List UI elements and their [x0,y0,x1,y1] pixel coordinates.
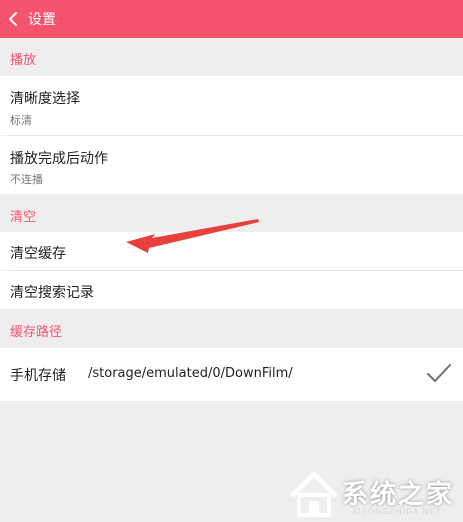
clear-search-label: 清空搜索记录 [10,285,94,301]
clarity-setting-row[interactable]: 清晰度选择 标清 [0,76,463,135]
section-title-cache-path: 缓存路径 [10,325,63,340]
after-play-setting-row[interactable]: 播放完成后动作 不连播 [0,136,463,194]
clarity-value: 标清 [10,114,32,127]
storage-option-row[interactable]: 手机存储 /storage/emulated/0/DownFilm/ [0,348,463,401]
section-title-clear: 清空 [10,210,37,225]
watermark-text: 系统之家 [342,480,455,510]
section-header-playback: 播放 [0,38,463,76]
section-title-playback: 播放 [10,53,37,68]
clear-search-history-row[interactable]: 清空搜索记录 [0,271,463,309]
storage-path: /storage/emulated/0/DownFilm/ [88,366,293,381]
after-play-value: 不连播 [10,173,43,186]
section-header-cache-path: 缓存路径 [0,309,463,348]
clarity-label: 清晰度选择 [10,91,80,107]
page-title: 设置 [28,12,56,28]
checkmark-icon [427,364,451,382]
watermark-logo: 系统之家 XITONGZHIJIA.NET [288,466,463,522]
clear-cache-row[interactable]: 清空缓存 [0,232,463,270]
app-bar: 设置 [0,0,463,38]
clear-cache-label: 清空缓存 [10,246,66,262]
back-button[interactable] [2,0,24,38]
after-play-label: 播放完成后动作 [10,151,108,167]
watermark-subtext: XITONGZHIJIA.NET [352,507,442,516]
storage-label: 手机存储 [10,368,66,384]
house-logo-icon [290,471,338,517]
section-header-clear: 清空 [0,194,463,232]
chevron-left-icon [9,12,17,26]
